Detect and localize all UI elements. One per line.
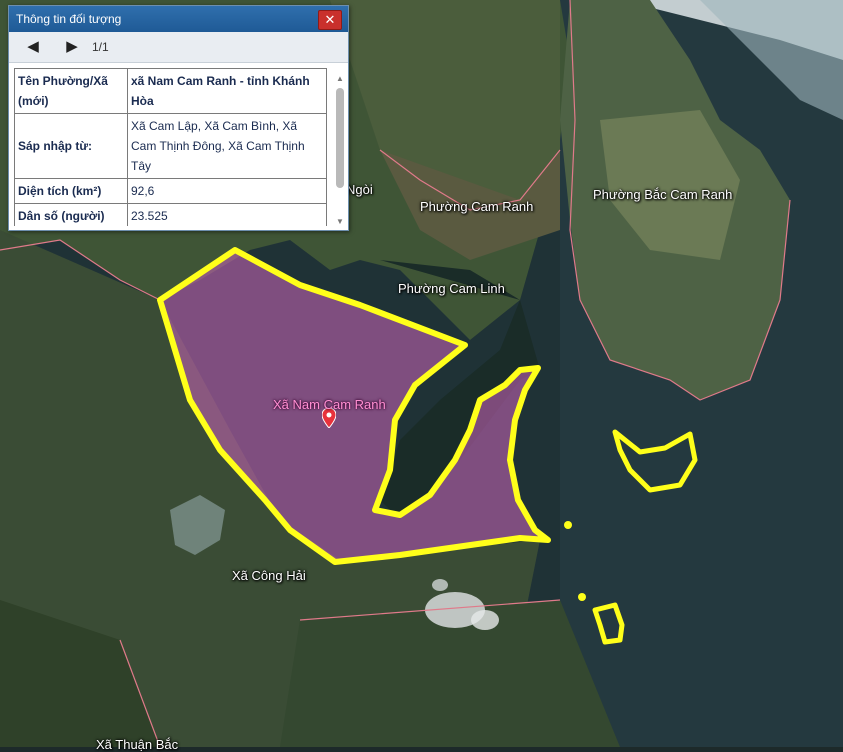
table-row: Dân số (người) 23.525	[14, 203, 327, 226]
attribute-table-scroll[interactable]: Tên Phường/Xã (mới) xã Nam Cam Ranh - tỉ…	[14, 68, 332, 226]
previous-button[interactable]: ◀	[22, 36, 44, 58]
map-label-xa-thuan-bac: Xã Thuận Bắc	[96, 737, 179, 752]
attribute-value: xã Nam Cam Ranh - tỉnh Khánh Hòa	[127, 68, 327, 114]
map-label-ngoi: Ngòi	[346, 182, 373, 197]
scroll-down-icon[interactable]: ▼	[336, 217, 344, 226]
attribute-key: Diện tích (km²)	[14, 178, 128, 204]
map-label-phuong-bac-cam-ranh: Phường Bắc Cam Ranh	[593, 187, 733, 202]
panel-scrollbar[interactable]: ▲ ▼	[335, 74, 345, 226]
feature-info-panel[interactable]: Thông tin đối tượng ✕ ◀ ▶ 1/1 Tên Phường…	[8, 5, 349, 231]
panel-title: Thông tin đối tượng	[16, 12, 122, 26]
pagination-bar: ◀ ▶ 1/1	[9, 32, 348, 63]
map-label-phuong-cam-ranh: Phường Cam Ranh	[420, 199, 534, 214]
attribute-value: 92,6	[127, 178, 327, 204]
attribute-table: Tên Phường/Xã (mới) xã Nam Cam Ranh - tỉ…	[14, 68, 327, 226]
map-label-xa-cong-hai: Xã Công Hải	[232, 568, 306, 583]
table-row: Sáp nhập từ: Xã Cam Lập, Xã Cam Bình, Xã…	[14, 113, 327, 179]
close-button[interactable]: ✕	[318, 10, 342, 30]
panel-header[interactable]: Thông tin đối tượng ✕	[9, 6, 348, 32]
attribute-value: 23.525	[127, 203, 327, 226]
table-row: Diện tích (km²) 92,6	[14, 178, 327, 204]
map-label-phuong-cam-linh: Phường Cam Linh	[398, 281, 505, 296]
next-button[interactable]: ▶	[61, 36, 83, 58]
page-indicator: 1/1	[92, 40, 109, 54]
scroll-up-icon[interactable]: ▲	[336, 74, 344, 83]
triangle-right-icon: ▶	[66, 38, 78, 55]
triangle-left-icon: ◀	[27, 38, 39, 55]
close-icon: ✕	[324, 12, 336, 27]
attribute-key: Sáp nhập từ:	[14, 113, 128, 179]
attribute-key: Dân số (người)	[14, 203, 128, 226]
attribute-value: Xã Cam Lập, Xã Cam Bình, Xã Cam Thịnh Đô…	[127, 113, 327, 179]
map-label-xa-nam-cam-ranh: Xã Nam Cam Ranh	[273, 397, 386, 412]
table-row: Tên Phường/Xã (mới) xã Nam Cam Ranh - tỉ…	[14, 68, 327, 114]
scrollbar-thumb[interactable]	[336, 88, 344, 188]
attribute-key: Tên Phường/Xã (mới)	[14, 68, 128, 114]
